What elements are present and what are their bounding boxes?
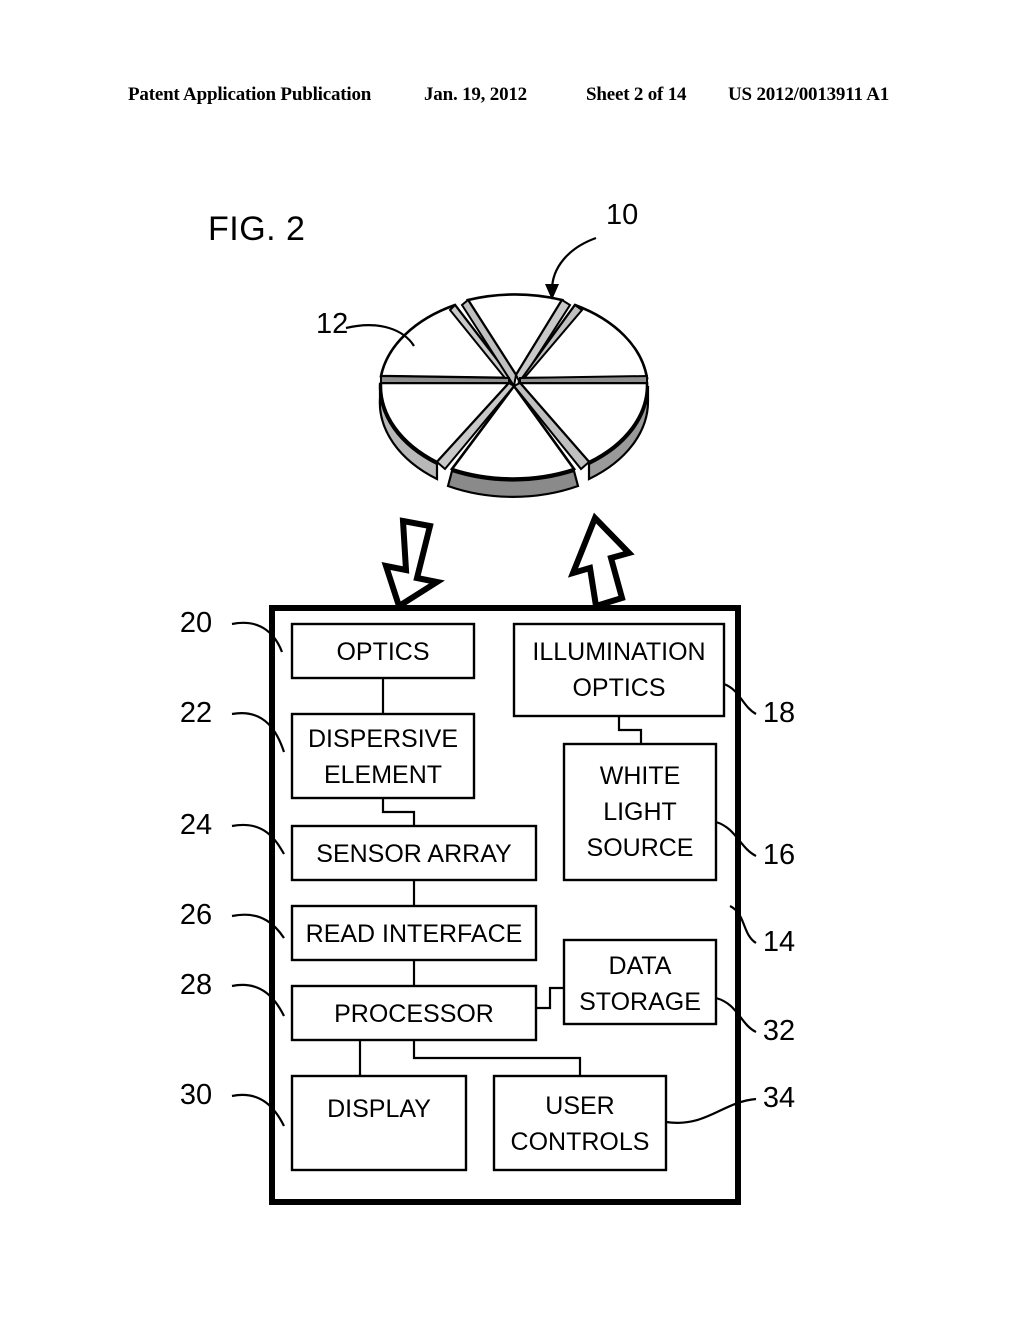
block-dispersive-element[interactable]: DISPERSIVE ELEMENT (290, 712, 476, 800)
block-user-controls-label-2: CONTROLS (511, 1128, 650, 1156)
block-sensor-array-label: SENSOR ARRAY (316, 840, 512, 868)
block-white-light-source-label-3: SOURCE (587, 834, 694, 862)
block-sensor-array[interactable]: SENSOR ARRAY (290, 824, 538, 882)
block-illumination-optics-label-2: OPTICS (572, 674, 665, 702)
block-white-light-source-label-2: LIGHT (603, 798, 677, 826)
ref-numeral-20: 20 (180, 607, 212, 639)
ref-numeral-24: 24 (180, 809, 212, 841)
block-illumination-optics-label-1: ILLUMINATION (532, 638, 705, 666)
block-processor[interactable]: PROCESSOR (290, 984, 538, 1042)
ref-numeral-34: 34 (763, 1082, 795, 1114)
ref-numeral-32: 32 (763, 1015, 795, 1047)
filter-wheel-assembly: 10 12 (316, 199, 650, 498)
block-illumination-optics[interactable]: ILLUMINATION OPTICS (512, 622, 726, 718)
block-optics[interactable]: OPTICS (290, 622, 476, 680)
block-dispersive-element-label-2: ELEMENT (324, 761, 442, 789)
block-white-light-source-label-1: WHITE (600, 762, 681, 790)
outgoing-light-arrow (567, 512, 635, 610)
reference-numerals-left: 20 22 24 26 28 30 (180, 607, 286, 1127)
block-processor-label: PROCESSOR (334, 1000, 494, 1028)
block-read-interface[interactable]: READ INTERFACE (290, 904, 538, 962)
block-data-storage-label-2: STORAGE (579, 988, 701, 1016)
ref-numeral-28: 28 (180, 969, 212, 1001)
block-data-storage[interactable]: DATA STORAGE (562, 938, 718, 1026)
ref-numeral-10: 10 (606, 199, 638, 231)
block-user-controls-label-1: USER (545, 1092, 614, 1120)
block-user-controls[interactable]: USER CONTROLS (492, 1074, 668, 1172)
block-optics-label: OPTICS (336, 638, 429, 666)
ref-numeral-16: 16 (763, 839, 795, 871)
block-white-light-source[interactable]: WHITE LIGHT SOURCE (562, 742, 718, 882)
block-read-interface-label: READ INTERFACE (306, 920, 523, 948)
ref-numeral-26: 26 (180, 899, 212, 931)
block-data-storage-label-1: DATA (609, 952, 672, 980)
ref-numeral-12: 12 (316, 308, 348, 340)
incoming-light-arrow (381, 517, 445, 611)
block-dispersive-element-label-1: DISPERSIVE (308, 725, 458, 753)
ref-numeral-14: 14 (763, 926, 795, 958)
block-display[interactable]: DISPLAY (290, 1074, 468, 1172)
figure-2-drawing: 10 12 OPTICS DISPERSIVE ELEMENT SENSOR A… (180, 199, 795, 1205)
ref-numeral-22: 22 (180, 697, 212, 729)
block-display-label: DISPLAY (327, 1095, 431, 1123)
ref-numeral-18: 18 (763, 697, 795, 729)
ref-numeral-30: 30 (180, 1079, 212, 1111)
